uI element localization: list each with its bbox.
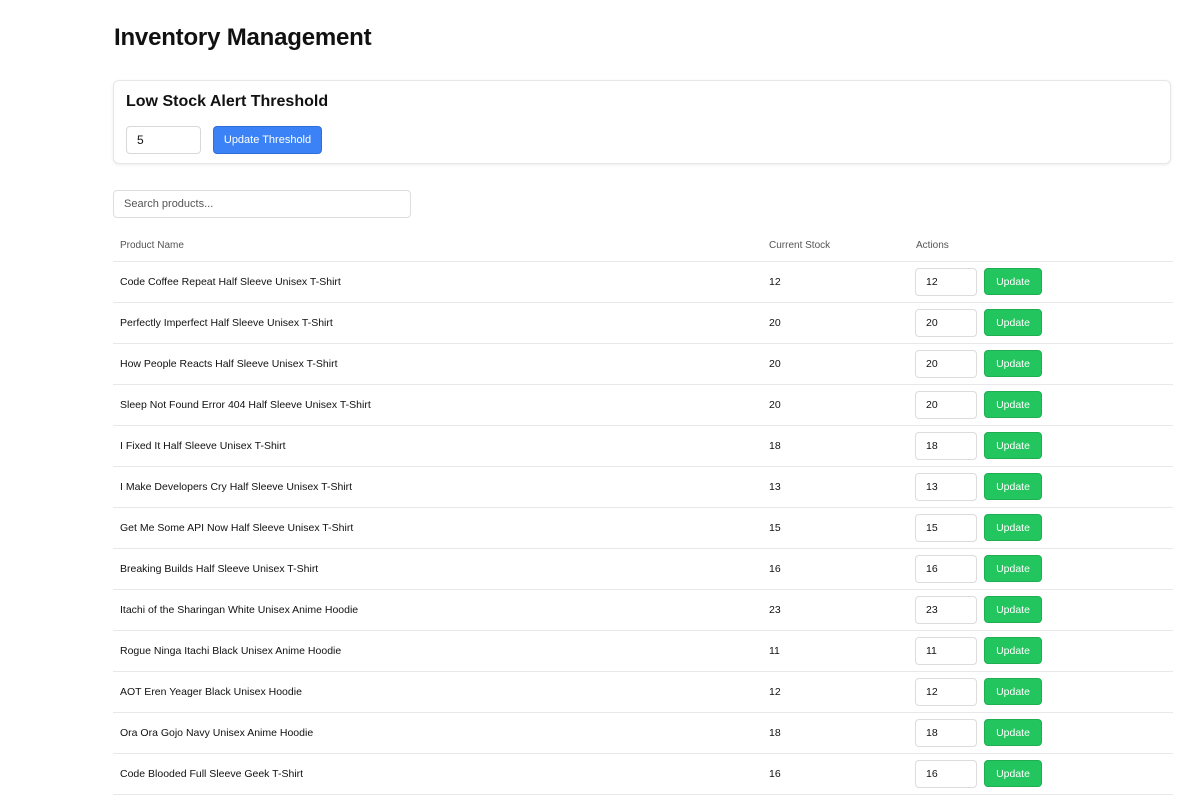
product-name-cell: I Fixed It Half Sleeve Unisex T-Shirt (120, 440, 286, 452)
update-stock-button[interactable]: Update (984, 596, 1042, 623)
stock-quantity-input[interactable] (915, 309, 977, 337)
product-name-cell: Rogue Ninga Itachi Black Unisex Anime Ho… (120, 645, 342, 657)
column-header-actions: Actions (916, 240, 949, 251)
current-stock-cell: 20 (769, 317, 781, 329)
product-name-cell: How People Reacts Half Sleeve Unisex T-S… (120, 358, 338, 370)
update-stock-button[interactable]: Update (984, 555, 1042, 582)
update-stock-button[interactable]: Update (984, 391, 1042, 418)
current-stock-cell: 12 (769, 276, 781, 288)
product-name-cell: Ora Ora Gojo Navy Unisex Anime Hoodie (120, 727, 314, 739)
table-row: Breaking Builds Half Sleeve Unisex T-Shi… (113, 549, 1173, 590)
update-stock-button[interactable]: Update (984, 678, 1042, 705)
product-name-cell: I Make Developers Cry Half Sleeve Unisex… (120, 481, 353, 493)
table-row: How People Reacts Half Sleeve Unisex T-S… (113, 344, 1173, 385)
current-stock-cell: 11 (769, 645, 780, 657)
stock-quantity-input[interactable] (915, 678, 977, 706)
current-stock-cell: 12 (769, 686, 781, 698)
stock-quantity-input[interactable] (915, 555, 977, 583)
table-row: Sleep Not Found Error 404 Half Sleeve Un… (113, 385, 1173, 426)
table-row: I Make Developers Cry Half Sleeve Unisex… (113, 467, 1173, 508)
table-row: Code Coffee Repeat Half Sleeve Unisex T-… (113, 262, 1173, 303)
update-stock-button[interactable]: Update (984, 473, 1042, 500)
update-threshold-button[interactable]: Update Threshold (213, 126, 322, 154)
current-stock-cell: 13 (769, 481, 781, 493)
table-row: Rogue Ninga Itachi Black Unisex Anime Ho… (113, 631, 1173, 672)
table-row: AOT Eren Yeager Black Unisex Hoodie 12 Upd… (113, 672, 1173, 713)
update-stock-button[interactable]: Update (984, 268, 1042, 295)
stock-quantity-input[interactable] (915, 719, 977, 747)
stock-quantity-input[interactable] (915, 637, 977, 665)
product-name-cell: Sleep Not Found Error 404 Half Sleeve Un… (120, 399, 371, 411)
current-stock-cell: 18 (769, 727, 781, 739)
table-row: Ora Ora Gojo Navy Unisex Anime Hoodie 18 U… (113, 713, 1173, 754)
stock-quantity-input[interactable] (915, 391, 977, 419)
stock-quantity-input[interactable] (915, 514, 977, 542)
update-stock-button[interactable]: Update (984, 350, 1042, 377)
current-stock-cell: 15 (769, 522, 781, 534)
table-header: Product Name Current Stock Actions (113, 231, 1173, 262)
product-name-cell: Code Coffee Repeat Half Sleeve Unisex T-… (120, 276, 341, 288)
table-row: Get Me Some API Now Half Sleeve Unisex T… (113, 508, 1173, 549)
threshold-input[interactable] (126, 126, 201, 154)
low-stock-threshold-card: Low Stock Alert Threshold Update Thresho… (113, 80, 1171, 164)
search-products-input[interactable] (113, 190, 411, 218)
product-name-cell: Perfectly Imperfect Half Sleeve Unisex T… (120, 317, 333, 329)
current-stock-cell: 23 (769, 604, 781, 616)
update-stock-button[interactable]: Update (984, 309, 1042, 336)
threshold-card-title: Low Stock Alert Threshold (126, 93, 329, 110)
inventory-table: Product Name Current Stock Actions Code … (113, 231, 1173, 795)
table-row: Itachi of the Sharingan White Unisex Ani… (113, 590, 1173, 631)
current-stock-cell: 18 (769, 440, 781, 452)
stock-quantity-input[interactable] (915, 473, 977, 501)
update-stock-button[interactable]: Update (984, 719, 1042, 746)
stock-quantity-input[interactable] (915, 350, 977, 378)
column-header-current-stock: Current Stock (769, 240, 831, 251)
current-stock-cell: 20 (769, 358, 781, 370)
table-row: I Fixed It Half Sleeve Unisex T-Shirt 18 U… (113, 426, 1173, 467)
product-name-cell: Code Blooded Full Sleeve Geek T-Shirt (120, 768, 304, 780)
stock-quantity-input[interactable] (915, 596, 977, 624)
stock-quantity-input[interactable] (915, 268, 977, 296)
stock-quantity-input[interactable] (915, 432, 977, 460)
current-stock-cell: 16 (769, 768, 781, 780)
update-stock-button[interactable]: Update (984, 432, 1042, 459)
update-stock-button[interactable]: Update (984, 514, 1042, 541)
current-stock-cell: 16 (769, 563, 781, 575)
update-stock-button[interactable]: Update (984, 760, 1042, 787)
current-stock-cell: 20 (769, 399, 781, 411)
update-stock-button[interactable]: Update (984, 637, 1042, 664)
page-title: Inventory Management (114, 24, 372, 51)
stock-quantity-input[interactable] (915, 760, 977, 788)
product-name-cell: AOT Eren Yeager Black Unisex Hoodie (120, 686, 302, 698)
table-row: Perfectly Imperfect Half Sleeve Unisex T… (113, 303, 1173, 344)
product-name-cell: Breaking Builds Half Sleeve Unisex T-Shi… (120, 563, 319, 575)
product-name-cell: Itachi of the Sharingan White Unisex Ani… (120, 604, 359, 616)
column-header-product-name: Product Name (120, 240, 184, 251)
inventory-page: Inventory Management Low Stock Alert Thr… (0, 0, 1200, 800)
table-row: Code Blooded Full Sleeve Geek T-Shirt 16 U… (113, 754, 1173, 795)
product-name-cell: Get Me Some API Now Half Sleeve Unisex T… (120, 522, 354, 534)
table-body: Code Coffee Repeat Half Sleeve Unisex T-… (113, 262, 1173, 795)
